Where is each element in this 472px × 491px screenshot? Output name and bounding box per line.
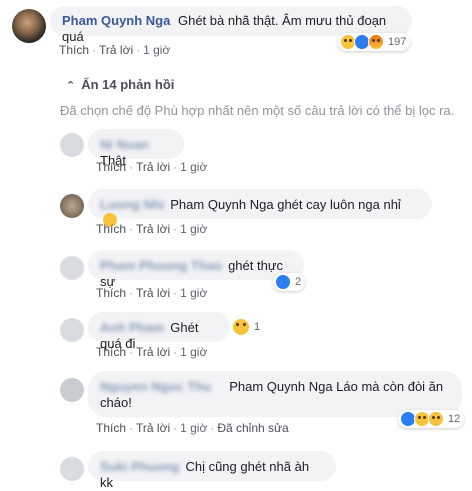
reply-actions: Thích · Trả lời · 1 giờ (96, 222, 208, 236)
edited-link[interactable]: Đã chỉnh sửa (217, 421, 288, 435)
timestamp[interactable]: 1 giờ (143, 43, 170, 57)
wow-icon (232, 318, 250, 336)
reaction-count: 2 (295, 276, 302, 288)
main-comment-actions: Thích · Trả lời · 1 giờ (59, 43, 171, 57)
reply-avatar[interactable] (60, 256, 84, 280)
timestamp[interactable]: 1 giờ (180, 421, 207, 435)
reply-actions: Thích · Trả lời · 1 giờ (96, 160, 208, 174)
like-link[interactable]: Thích (96, 345, 126, 359)
reply-text-continued: cháo! (100, 395, 132, 410)
reply-avatar[interactable] (60, 133, 84, 157)
main-comment-bubble: Pham Quynh Nga Ghét bà nhã thật. Âm mưu … (50, 6, 412, 44)
timestamp[interactable]: 1 giờ (180, 345, 207, 359)
reply-reactions[interactable]: 1 (232, 318, 260, 336)
chevron-up-icon: ⌃ (66, 80, 76, 92)
reply-bubble: Suki Phuong Chị cũng ghét nhã àh kk (88, 451, 336, 490)
like-icon (275, 274, 291, 290)
reaction-count: 1 (254, 321, 261, 333)
reply-reactions[interactable]: 12 (398, 410, 465, 428)
angry-icon (368, 34, 384, 50)
reply-reactions[interactable]: 2 (273, 273, 306, 291)
reply-author[interactable]: Anh Pham (100, 320, 164, 336)
main-comment-author[interactable]: Pham Quynh Nga (62, 13, 170, 28)
reply-text: Pham Quynh Nga Láo mà còn đòi ăn (229, 379, 444, 394)
main-comment-avatar[interactable] (12, 9, 46, 43)
like-link[interactable]: Thích (59, 43, 89, 57)
reply-link[interactable]: Trả lời (136, 222, 170, 236)
reply-actions: Thích · Trả lời · 1 giờ (96, 345, 208, 359)
reply-bubble: Pham Phuong Thao ghét thực sự (88, 250, 304, 289)
reply-link[interactable]: Trả lời (136, 421, 170, 435)
like-link[interactable]: Thích (96, 421, 126, 435)
reply-author[interactable]: Pham Phuong Thao (100, 258, 222, 274)
reply-actions: Thích · Trả lời · 1 giờ (96, 286, 208, 300)
timestamp[interactable]: 1 giờ (180, 222, 207, 236)
hide-replies-link[interactable]: ⌃ Ẩn 14 phản hồi (66, 77, 174, 92)
like-link[interactable]: Thích (96, 160, 126, 174)
reply-link[interactable]: Trả lời (99, 43, 133, 57)
reply-author[interactable]: Ni Nuan (100, 137, 149, 153)
like-link[interactable]: Thích (96, 222, 126, 236)
like-link[interactable]: Thích (96, 286, 126, 300)
timestamp[interactable]: 1 giờ (180, 160, 207, 174)
reply-link[interactable]: Trả lời (136, 160, 170, 174)
reply-link[interactable]: Trả lời (136, 345, 170, 359)
reply-avatar[interactable] (60, 318, 84, 342)
main-reaction-count: 197 (388, 36, 407, 48)
reply-actions: Thích · Trả lời · 1 giờ · Đã chỉnh sửa (96, 421, 289, 435)
filter-note: Đã chọn chế độ Phù hợp nhất nên một số c… (60, 103, 455, 118)
reply-bubble: Anh Pham Ghét quá đi (88, 312, 230, 351)
timestamp[interactable]: 1 giờ (180, 286, 207, 300)
reply-text: Pham Quynh Nga ghét cay luôn nga nhỉ (170, 197, 401, 212)
reply-avatar[interactable] (60, 194, 84, 218)
reply-bubble: Luong Nhi Pham Quynh Nga ghét cay luôn ng… (88, 189, 432, 227)
sad-icon (428, 411, 444, 427)
main-comment-reactions[interactable]: 197 (338, 33, 411, 51)
reply-avatar[interactable] (60, 378, 84, 402)
reaction-count: 12 (448, 413, 461, 425)
reply-author[interactable]: Nguyen Ngoc Thu (100, 379, 211, 395)
reply-avatar[interactable] (60, 457, 84, 481)
reply-author[interactable]: Luong Nhi (100, 197, 164, 213)
reply-author[interactable]: Suki Phuong (100, 459, 179, 475)
reply-link[interactable]: Trả lời (136, 286, 170, 300)
reply-bubble: Ni NuanThật (88, 129, 184, 168)
